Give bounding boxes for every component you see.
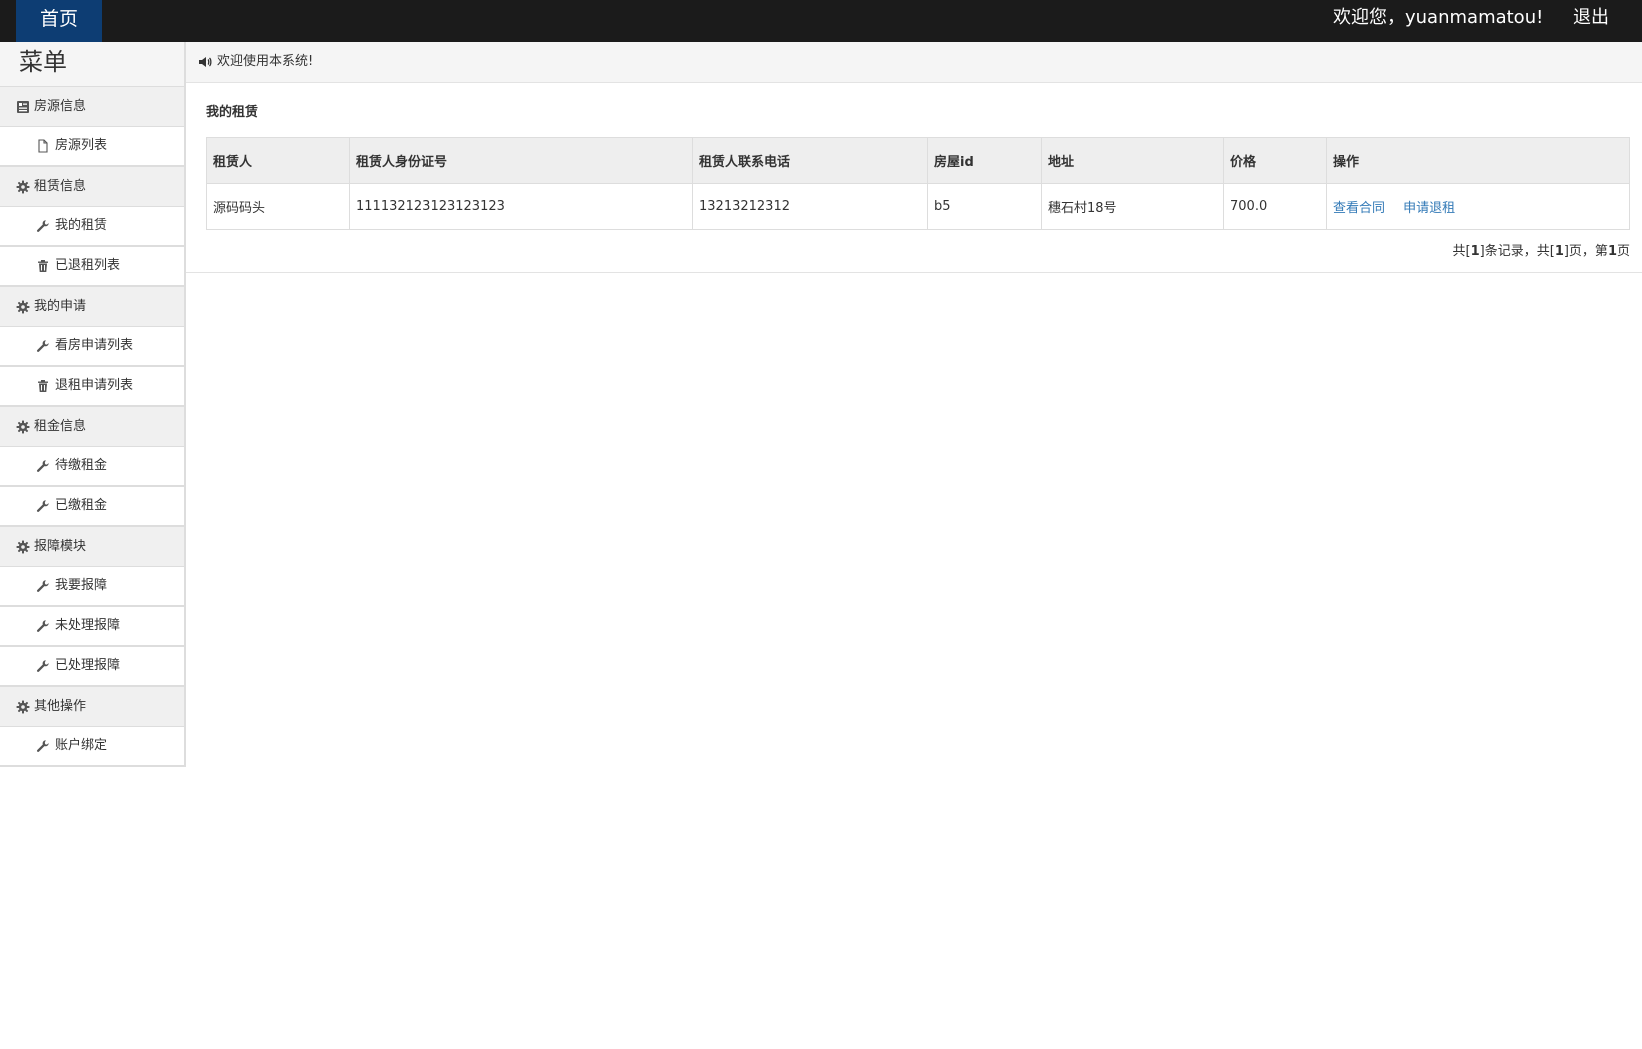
column-header: 租赁人 xyxy=(206,137,350,184)
menu-group-label: 其他操作 xyxy=(34,698,87,714)
sidebar-item-label: 我的租赁 xyxy=(55,218,108,233)
rental-table: 租赁人 租赁人身份证号 租赁人联系电话 房屋id 地址 价格 操作 源码码头 1… xyxy=(206,137,1630,230)
price-cell: 700.0 xyxy=(1223,183,1327,230)
wrench-icon xyxy=(36,219,50,233)
menu-group-label: 我的申请 xyxy=(34,298,87,314)
trash-icon xyxy=(36,259,50,273)
gear-icon xyxy=(16,180,30,194)
menu-group-header[interactable]: 其他操作 xyxy=(0,687,184,727)
menu-group-label: 租金信息 xyxy=(34,418,87,434)
menu-group-header[interactable]: 报障模块 xyxy=(0,527,184,567)
logout-button[interactable]: 退出 xyxy=(1573,0,1609,38)
sidebar-menu: 菜单 房源信息房源列表租赁信息我的租赁已退租列表我的申请看房申请列表 退租申请列表… xyxy=(0,42,186,767)
page-count: 1 xyxy=(1554,244,1564,259)
notice-bar: 欢迎使用本系统! xyxy=(186,42,1642,83)
wrench-icon xyxy=(36,579,50,593)
sidebar-item-label: 未处理报障 xyxy=(55,618,121,633)
menu-group-header[interactable]: 租赁信息 xyxy=(0,167,184,207)
column-header: 地址 xyxy=(1041,137,1224,184)
sidebar-item-label: 已退租列表 xyxy=(55,258,121,273)
sidebar-item-label: 待缴租金 xyxy=(55,458,108,473)
panel-title: 我的租赁 xyxy=(206,105,259,120)
sidebar-item-label: 已缴租金 xyxy=(55,498,108,513)
volume-icon xyxy=(198,55,212,69)
apply-checkout-link[interactable]: 申请退租 xyxy=(1403,201,1455,216)
sidebar-item[interactable]: 账户绑定 xyxy=(0,727,184,767)
menu-groups: 房源信息房源列表租赁信息我的租赁已退租列表我的申请看房申请列表 退租申请列表租金信… xyxy=(0,87,184,767)
column-header: 价格 xyxy=(1223,137,1327,184)
sidebar-item[interactable]: 我的租赁 xyxy=(0,207,184,247)
column-header: 租赁人身份证号 xyxy=(349,137,693,184)
sidebar-item[interactable]: 未处理报障 xyxy=(0,607,184,647)
menu-group-label: 房源信息 xyxy=(34,98,87,114)
view-contract-link[interactable]: 查看合同 xyxy=(1333,201,1385,216)
menu-group-header[interactable]: 我的申请 xyxy=(0,287,184,327)
sidebar-item[interactable]: 房源列表 xyxy=(0,127,184,167)
sidebar-item[interactable]: 我要报障 xyxy=(0,567,184,607)
welcome-text: 欢迎您，yuanmamatou! xyxy=(1333,7,1544,28)
tenant-name-cell: 源码码头 xyxy=(206,183,350,230)
gear-icon xyxy=(16,540,30,554)
column-header: 房屋id xyxy=(927,137,1042,184)
house-id-cell: b5 xyxy=(927,183,1042,230)
record-count: 1 xyxy=(1470,244,1480,259)
wrench-icon xyxy=(36,659,50,673)
sidebar-item[interactable]: 已退租列表 xyxy=(0,247,184,287)
tenant-phone-cell: 13213212312 xyxy=(692,183,928,230)
sidebar-item-label: 看房申请列表 xyxy=(55,338,134,353)
pagination-info: 共[1]条记录，共[1]页，第1页 xyxy=(1452,244,1630,259)
menu-group-header[interactable]: 租金信息 xyxy=(0,407,184,447)
sidebar-item-label: 我要报障 xyxy=(55,578,108,593)
sidebar-item-label: 房源列表 xyxy=(55,138,108,153)
sidebar-item[interactable]: 退租申请列表 xyxy=(0,367,184,407)
trash-icon xyxy=(36,379,50,393)
menu-group-label: 报障模块 xyxy=(34,538,87,554)
table-row: 源码码头 111132123123123123 13213212312 b5 穗… xyxy=(206,183,1630,230)
top-navbar: 首页 欢迎您，yuanmamatou! 退出 xyxy=(0,0,1642,42)
address-cell: 穗石村18号 xyxy=(1041,183,1224,230)
menu-group-label: 租赁信息 xyxy=(34,178,87,194)
sidebar-item[interactable]: 已缴租金 xyxy=(0,487,184,527)
home-button[interactable]: 首页 xyxy=(16,0,102,42)
list-icon xyxy=(16,100,30,114)
wrench-icon xyxy=(36,619,50,633)
sidebar-item-label: 退租申请列表 xyxy=(55,378,134,393)
wrench-icon xyxy=(36,739,50,753)
sidebar-item-label: 已处理报障 xyxy=(55,658,121,673)
wrench-icon xyxy=(36,459,50,473)
gear-icon xyxy=(16,420,30,434)
gear-icon xyxy=(16,700,30,714)
notice-text: 欢迎使用本系统! xyxy=(217,54,314,69)
column-header: 租赁人联系电话 xyxy=(692,137,928,184)
sidebar-item[interactable]: 待缴租金 xyxy=(0,447,184,487)
gear-icon xyxy=(16,300,30,314)
main-panel: 我的租赁 租赁人 租赁人身份证号 租赁人联系电话 房屋id 地址 价格 操作 源… xyxy=(186,83,1642,273)
column-header: 操作 xyxy=(1326,137,1630,184)
menu-title: 菜单 xyxy=(0,42,184,87)
tenant-id-cell: 111132123123123123 xyxy=(349,183,693,230)
wrench-icon xyxy=(36,339,50,353)
file-icon xyxy=(36,139,50,153)
sidebar-item[interactable]: 已处理报障 xyxy=(0,647,184,687)
actions-cell: 查看合同 申请退租 xyxy=(1326,183,1630,230)
current-page: 1 xyxy=(1607,244,1617,259)
menu-group-header[interactable]: 房源信息 xyxy=(0,87,184,127)
table-header-row: 租赁人 租赁人身份证号 租赁人联系电话 房屋id 地址 价格 操作 xyxy=(206,137,1630,184)
sidebar-item-label: 账户绑定 xyxy=(55,738,108,753)
sidebar-item[interactable]: 看房申请列表 xyxy=(0,327,184,367)
wrench-icon xyxy=(36,499,50,513)
